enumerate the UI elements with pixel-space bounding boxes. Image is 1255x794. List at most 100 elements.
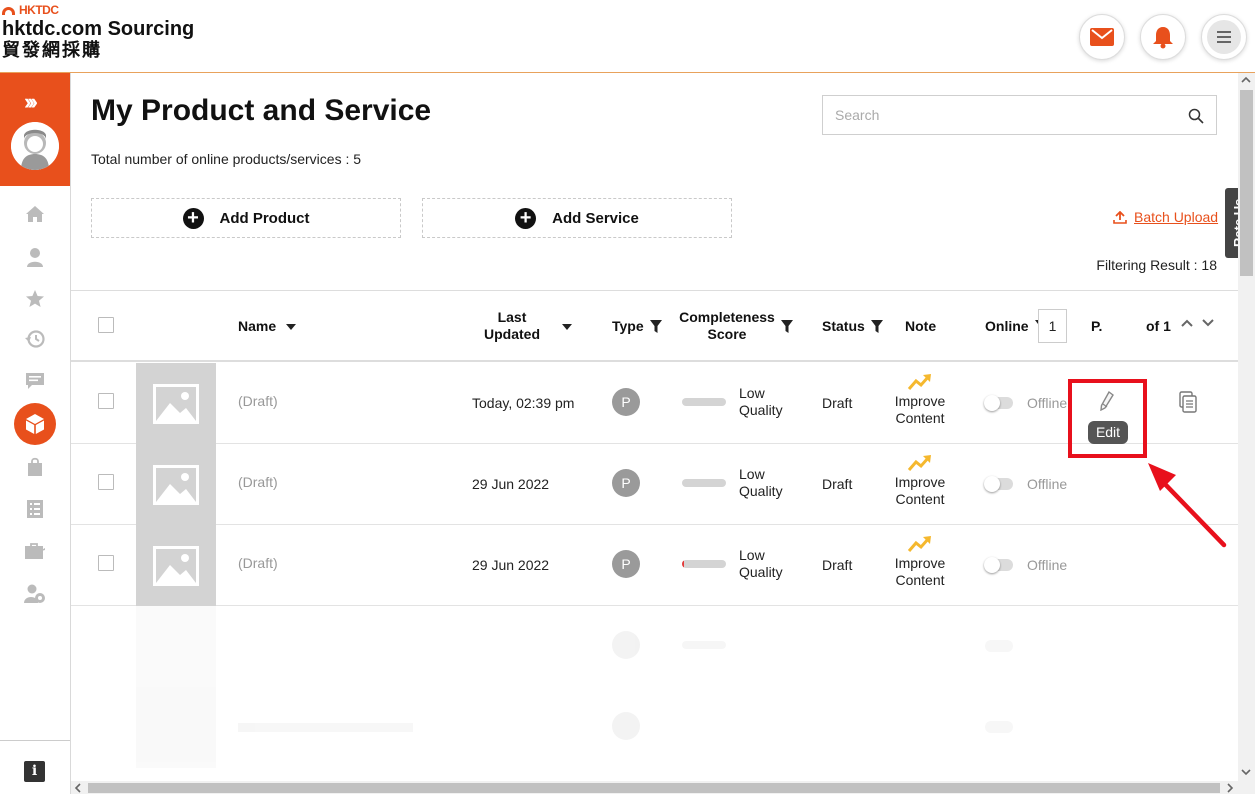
product-thumbnail[interactable] (136, 444, 216, 525)
online-toggle[interactable] (984, 557, 1013, 573)
bell-icon (1153, 27, 1173, 49)
info-icon[interactable]: i (24, 761, 45, 782)
product-name[interactable]: (Draft) (238, 393, 278, 410)
filter-icon[interactable] (870, 320, 883, 333)
improve-content-link[interactable]: Improve Content (883, 454, 957, 508)
menu-icon (1207, 20, 1241, 54)
scroll-right-icon[interactable] (1226, 783, 1234, 793)
red-arrow-icon (1148, 463, 1227, 548)
scroll-down-icon[interactable] (1241, 768, 1251, 776)
sidebar-item-products[interactable] (14, 403, 56, 445)
loading-type-badge (612, 712, 640, 740)
note-text: Improve Content (894, 474, 946, 507)
completeness-column-header[interactable]: Completeness Score (679, 309, 775, 343)
batch-upload-link[interactable]: Batch Upload (1113, 209, 1218, 225)
note-text: Improve Content (894, 393, 946, 426)
chevron-up-icon[interactable] (1181, 319, 1193, 327)
last-updated-column-header[interactable]: Last Updated (479, 309, 545, 343)
select-all-checkbox[interactable] (98, 317, 114, 333)
logo-small-text: HKTDC (19, 2, 59, 17)
improve-content-link[interactable]: Improve Content (883, 535, 957, 589)
loading-row (71, 606, 1238, 687)
add-product-button[interactable]: + Add Product (91, 198, 401, 238)
search-box (822, 95, 1217, 135)
last-updated: 29 Jun 2022 (472, 557, 550, 573)
row-checkbox[interactable] (98, 474, 114, 490)
product-thumbnail[interactable] (136, 363, 216, 444)
add-service-button[interactable]: + Add Service (422, 198, 732, 238)
online-header-label: Online (985, 318, 1029, 334)
plus-circle-icon: + (515, 207, 537, 229)
home-icon[interactable] (23, 202, 47, 226)
user-icon[interactable] (23, 245, 47, 269)
filtering-result: Filtering Result : 18 (1096, 257, 1217, 273)
logo-main-text: hktdc.com Sourcing (2, 18, 195, 40)
sort-down-icon (286, 323, 297, 330)
quality-label: Low Quality (739, 385, 783, 418)
search-icon[interactable] (1188, 108, 1204, 124)
briefcase-icon[interactable] (23, 539, 47, 563)
copy-icon[interactable] (1179, 391, 1197, 413)
status-column-header[interactable]: Status (822, 318, 883, 335)
last-updated: Today, 02:39 pm (472, 395, 575, 411)
filter-icon[interactable] (649, 320, 662, 333)
mail-button[interactable] (1079, 14, 1125, 60)
sort-down-icon[interactable] (562, 324, 572, 330)
online-toggle[interactable] (984, 476, 1013, 492)
completeness-bar (682, 560, 726, 568)
row-checkbox[interactable] (98, 555, 114, 571)
vertical-scrollbar-thumb[interactable] (1240, 90, 1253, 276)
user-settings-icon[interactable] (23, 582, 47, 606)
completeness-header-label: Completeness Score (679, 309, 775, 342)
checklist-icon[interactable] (23, 497, 47, 521)
type-column-header[interactable]: Type (612, 318, 662, 335)
site-logo[interactable]: HKTDC hktdc.com Sourcing 貿發網採購 (2, 3, 194, 60)
image-placeholder-icon (153, 464, 199, 505)
online-status-text: Offline (1027, 557, 1068, 573)
page-number-input[interactable]: 1 (1038, 309, 1067, 343)
avatar[interactable] (11, 122, 59, 170)
chevron-down-icon[interactable] (1202, 319, 1214, 327)
online-toggle[interactable] (984, 395, 1013, 411)
quality-label: Low Quality (739, 547, 783, 580)
double-chevron-right-icon[interactable]: ››› (24, 91, 38, 113)
star-icon[interactable] (23, 287, 47, 311)
table-row: (Draft) 29 Jun 2022 P Low Quality Draft … (71, 525, 1238, 606)
page-suffix: of 1 (1146, 318, 1171, 334)
type-badge: P (612, 550, 640, 578)
image-placeholder-icon (153, 383, 199, 424)
scroll-left-icon[interactable] (74, 783, 82, 793)
sidebar: ››› i (0, 73, 71, 794)
product-thumbnail[interactable] (136, 525, 216, 606)
completeness-bar (682, 479, 726, 487)
horizontal-scrollbar-thumb[interactable] (88, 783, 1220, 793)
notification-button[interactable] (1140, 14, 1186, 60)
loading-thumbnail (136, 606, 216, 687)
name-column-header[interactable]: Name (238, 318, 297, 335)
improve-content-link[interactable]: Improve Content (883, 373, 957, 427)
trending-up-icon (907, 455, 931, 471)
logo-sub-text: 貿發網採購 (2, 40, 102, 60)
history-icon[interactable] (23, 327, 47, 351)
status-header-label: Status (822, 318, 865, 334)
bag-icon[interactable] (23, 455, 47, 479)
highlight-box (1068, 379, 1147, 458)
filter-icon[interactable] (781, 320, 793, 333)
main-menu-button[interactable] (1201, 14, 1247, 60)
top-header: HKTDC hktdc.com Sourcing 貿發網採購 (0, 0, 1255, 73)
loading-toggle (985, 721, 1013, 733)
row-checkbox[interactable] (98, 393, 114, 409)
completeness-bar (682, 398, 726, 406)
image-placeholder-icon (153, 545, 199, 586)
completeness-bar-fill (682, 560, 685, 568)
product-name[interactable]: (Draft) (238, 474, 278, 491)
message-icon[interactable] (23, 369, 47, 393)
page-title: My Product and Service (91, 94, 432, 127)
scroll-up-icon[interactable] (1241, 76, 1251, 84)
product-name[interactable]: (Draft) (238, 555, 278, 572)
sidebar-profile-panel: ››› (0, 73, 70, 186)
table-row: (Draft) Today, 02:39 pm P Low Quality Dr… (71, 363, 1238, 444)
search-input[interactable] (823, 96, 1173, 134)
trending-up-icon (907, 374, 931, 390)
trending-up-icon (907, 536, 931, 552)
